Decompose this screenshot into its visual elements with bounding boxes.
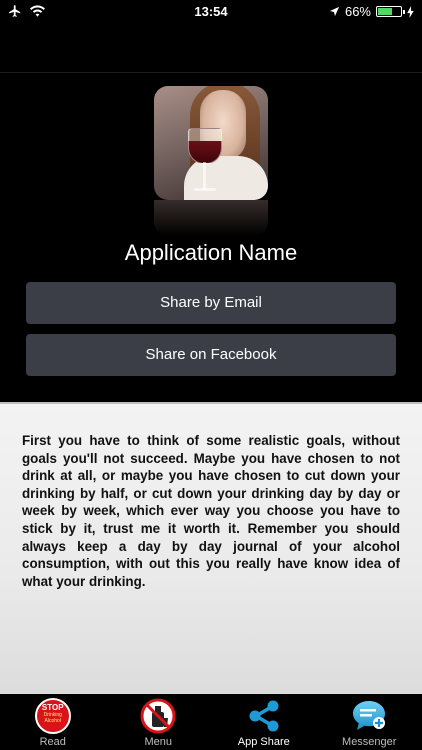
stop-icon-subtext: Drinking Alcohol <box>43 712 62 724</box>
tab-menu[interactable]: Menu <box>106 694 212 750</box>
no-alcohol-icon <box>140 698 176 734</box>
share-icon <box>249 700 279 732</box>
tab-app-share-label: App Share <box>237 736 290 748</box>
share-facebook-button[interactable]: Share on Facebook <box>26 334 396 376</box>
battery-percent: 66% <box>344 4 371 19</box>
tab-read-label: Read <box>39 736 66 748</box>
battery-icon <box>376 6 405 17</box>
status-right: 66% <box>329 4 414 19</box>
app-name: Application Name <box>124 240 298 265</box>
charging-bolt-icon <box>407 5 414 18</box>
app-icon <box>154 86 268 200</box>
content-panel: First you have to think of some realisti… <box>0 402 422 694</box>
tab-read[interactable]: STOP Drinking Alcohol Read <box>0 694 106 750</box>
tab-menu-label: Menu <box>144 736 173 748</box>
app-icon-reflection <box>154 200 268 236</box>
tab-messenger[interactable]: Messenger <box>317 694 422 750</box>
wine-glass-icon <box>188 128 222 164</box>
share-email-button[interactable]: Share by Email <box>26 282 396 324</box>
stop-drinking-alcohol-icon: STOP Drinking Alcohol <box>34 698 71 734</box>
tab-bar: STOP Drinking Alcohol Read Menu App Shar… <box>0 694 422 750</box>
status-bar: 13:54 66% <box>0 0 422 24</box>
app-icon-wrap <box>154 86 268 236</box>
content-body: First you have to think of some realisti… <box>22 433 400 589</box>
messenger-icon <box>353 701 386 730</box>
tab-app-share[interactable]: App Share <box>211 694 317 750</box>
stop-icon-text: STOP <box>41 703 64 712</box>
navigation-bar <box>0 24 422 73</box>
location-arrow-icon <box>329 6 340 17</box>
tab-messenger-label: Messenger <box>342 736 397 748</box>
